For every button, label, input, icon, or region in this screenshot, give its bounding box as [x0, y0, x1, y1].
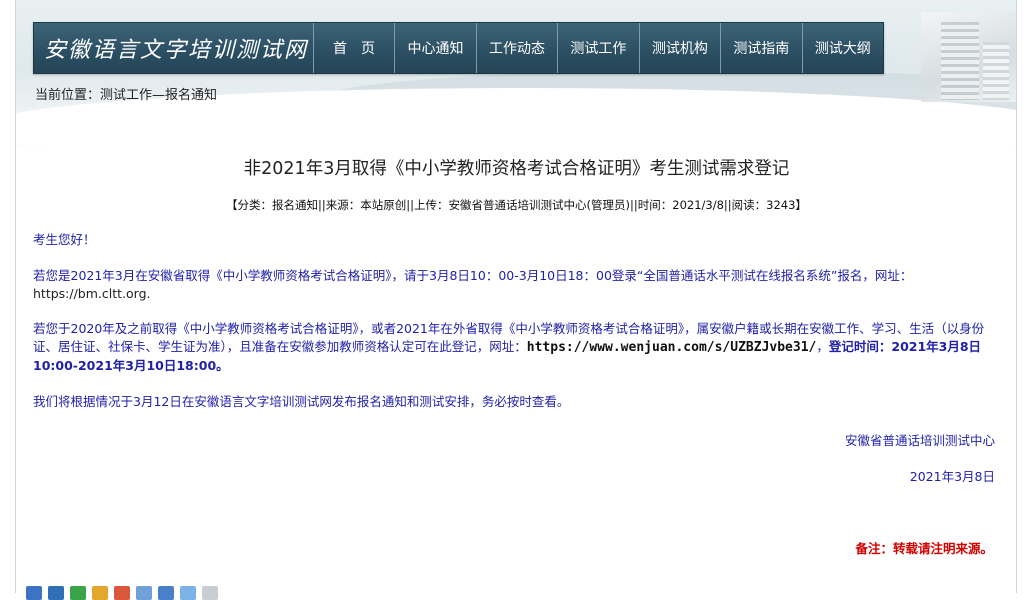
share-icon-weibo[interactable]: [114, 586, 130, 600]
site-logo[interactable]: 安徽语言文字培训测试网: [34, 23, 314, 73]
main-navbar: 安徽语言文字培训测试网 首 页 中心通知 工作动态 测试工作 测试机构 测试指南…: [33, 22, 884, 74]
share-icon-kaixin[interactable]: [158, 586, 174, 600]
share-icon-renren[interactable]: [136, 586, 152, 600]
nav-home[interactable]: 首 页: [314, 23, 396, 73]
registration-url[interactable]: https://bm.cltt.org.: [33, 286, 151, 301]
building-tower: [941, 22, 979, 100]
wenjuan-url[interactable]: https://www.wenjuan.com/s/UZBZJvbe31/: [527, 340, 817, 355]
nav-testing-guide[interactable]: 测试指南: [721, 23, 803, 73]
article-title: 非2021年3月取得《中小学教师资格考试合格证明》考生测试需求登记: [243, 159, 790, 179]
share-icon-douban[interactable]: [180, 586, 196, 600]
nav-testing-syllabus[interactable]: 测试大纲: [803, 23, 883, 73]
share-icon-wechat[interactable]: [70, 586, 86, 600]
building-decoration: [921, 12, 1016, 102]
paragraph-registration-text: 若您是2021年3月在安徽省取得《中小学教师资格考试合格证明》，请于3月8日10…: [33, 268, 913, 283]
reprint-note: 备注：转载请注明来源。: [855, 541, 993, 556]
signature-date: 2021年3月8日: [909, 469, 995, 484]
paragraph-other-registration: 若您于2020年及之前取得《中小学教师资格考试合格证明》，或者2021年在外省取…: [33, 320, 993, 375]
share-icon-bookmark[interactable]: [26, 586, 42, 600]
breadcrumb: 当前位置：测试工作—报名通知: [35, 88, 218, 103]
share-icon-qzone[interactable]: [92, 586, 108, 600]
nav-work-news[interactable]: 工作动态: [477, 23, 559, 73]
share-icon-qq[interactable]: [48, 586, 64, 600]
building-annex: [983, 42, 1009, 100]
greeting: 考生您好！: [33, 232, 96, 247]
comma: ，: [816, 339, 829, 354]
article-meta: 【分类：报名通知||来源：本站原创||上传：安徽省普通话培训测试中心(管理员)|…: [226, 198, 807, 212]
signature-organization: 安徽省普通话培训测试中心: [844, 433, 995, 448]
nav-testing-work[interactable]: 测试工作: [558, 23, 640, 73]
nav-center-notice[interactable]: 中心通知: [395, 23, 477, 73]
paragraph-registration: 若您是2021年3月在安徽省取得《中小学教师资格考试合格证明》，请于3月8日10…: [33, 267, 993, 303]
share-bar: [26, 586, 218, 600]
nav-testing-agencies[interactable]: 测试机构: [640, 23, 722, 73]
paragraph-followup: 我们将根据情况于3月12日在安徽语言文字培训测试网发布报名通知和测试安排，务必按…: [33, 394, 570, 409]
share-icon-more[interactable]: [202, 586, 218, 600]
